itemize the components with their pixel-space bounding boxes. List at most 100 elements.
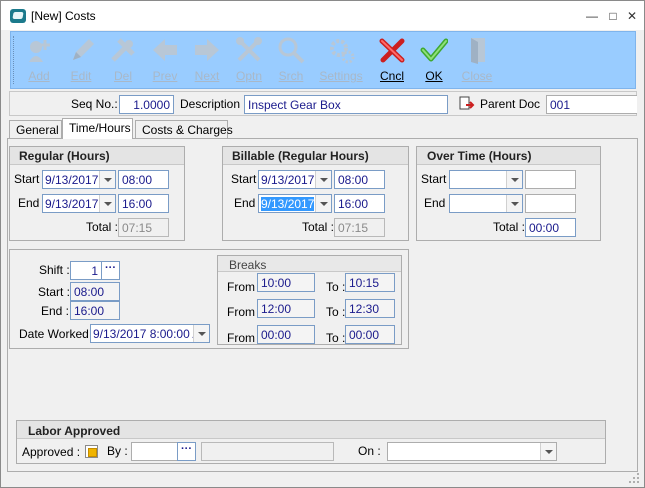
edit-label: Edit <box>70 69 92 83</box>
close-button[interactable]: Close <box>455 32 499 88</box>
maximize-button[interactable]: □ <box>603 8 623 24</box>
shift-start-field: 08:00 <box>70 282 120 301</box>
regular-end-time-field[interactable]: 16:00 <box>118 194 169 213</box>
break-3-to-field[interactable]: 00:00 <box>345 325 395 344</box>
billable-total-field: 07:15 <box>334 218 385 237</box>
break-2-to-label: To : <box>326 305 346 319</box>
break-3-to-label: To : <box>326 331 346 345</box>
overtime-end-time-field[interactable] <box>525 194 576 213</box>
shift-start-label: Start : <box>38 285 71 299</box>
approved-checkbox[interactable] <box>85 445 98 458</box>
window-title: [New] Costs <box>31 9 96 23</box>
close-window-button[interactable]: ✕ <box>622 8 642 24</box>
tab-time-hours[interactable]: Time/Hours <box>62 118 133 139</box>
approved-by-field[interactable] <box>131 442 178 461</box>
add-icon <box>29 40 50 62</box>
parent-doc-icon[interactable] <box>459 96 475 112</box>
chevron-down-icon[interactable] <box>506 171 522 188</box>
overtime-start-date-combo[interactable] <box>449 170 523 189</box>
tab-general[interactable]: General <box>9 120 62 139</box>
options-button[interactable]: Optn <box>227 32 271 88</box>
break-2-to-field[interactable]: 12:30 <box>345 299 395 318</box>
delete-button[interactable]: Del <box>101 32 145 88</box>
overtime-hours-title: Over Time (Hours) <box>427 149 532 163</box>
delete-icon <box>111 38 135 62</box>
date-worked-combo[interactable]: 9/13/2017 8:00:00 A <box>90 324 210 343</box>
cancel-label: Cncl <box>379 69 404 83</box>
regular-end-date-combo[interactable]: 9/13/2017 <box>42 194 116 213</box>
search-label: Srch <box>278 69 304 83</box>
options-tools-icon <box>236 37 262 62</box>
break-3-from-field[interactable]: 00:00 <box>257 325 315 344</box>
billable-end-time-field[interactable]: 16:00 <box>334 194 385 213</box>
edit-button[interactable]: Edit <box>59 32 103 88</box>
approved-label: Approved : <box>22 445 81 459</box>
tab-costs-charges[interactable]: Costs & Charges <box>135 120 233 139</box>
date-worked-label: Date Worked : <box>19 327 96 341</box>
overtime-end-label: End : <box>424 196 453 210</box>
shift-lookup-button[interactable]: ··· <box>101 261 120 280</box>
prev-label: Prev <box>152 69 178 83</box>
approved-on-combo[interactable] <box>387 442 557 461</box>
breaks-title: Breaks <box>229 258 267 272</box>
break-1-from-field[interactable]: 10:00 <box>257 273 315 292</box>
overtime-end-date-combo[interactable] <box>449 194 523 213</box>
regular-start-time-field[interactable]: 08:00 <box>118 170 169 189</box>
overtime-total-label: Total : <box>493 220 526 234</box>
cancel-button[interactable]: Cncl <box>370 32 414 88</box>
break-2-from-field[interactable]: 12:00 <box>257 299 315 318</box>
prev-button[interactable]: Prev <box>143 32 187 88</box>
close-label: Close <box>461 69 493 83</box>
cancel-x-icon <box>379 38 405 63</box>
regular-start-date-value: 9/13/2017 <box>45 173 99 187</box>
shift-field[interactable]: 1 <box>70 261 102 280</box>
delete-label: Del <box>113 69 132 83</box>
add-label: Add <box>28 69 50 83</box>
toolbar-grip[interactable] <box>13 36 16 84</box>
break-1-to-label: To : <box>326 280 346 294</box>
minimize-button[interactable]: — <box>582 8 602 24</box>
billable-start-date-combo[interactable]: 9/13/2017 <box>258 170 332 189</box>
shift-label: Shift : <box>39 263 70 277</box>
approved-by-lookup-button[interactable]: ··· <box>177 442 196 461</box>
billable-end-date-value: 9/13/2017 <box>261 197 315 211</box>
by-label: By : <box>107 444 128 458</box>
ok-label: OK <box>425 69 443 83</box>
billable-end-date-combo[interactable]: 9/13/2017 <box>258 194 332 213</box>
break-1-to-field[interactable]: 10:15 <box>345 273 395 292</box>
title-bar <box>1 1 644 30</box>
overtime-total-field[interactable]: 00:00 <box>525 218 576 237</box>
labor-approved-title: Labor Approved <box>28 424 121 438</box>
ok-button[interactable]: OK <box>412 32 456 88</box>
next-arrow-icon <box>195 39 219 61</box>
billable-start-time-field[interactable]: 08:00 <box>334 170 385 189</box>
seq-no-label: Seq No.: <box>71 97 118 111</box>
chevron-down-icon[interactable] <box>506 195 522 212</box>
regular-start-date-combo[interactable]: 9/13/2017 <box>42 170 116 189</box>
settings-button[interactable]: Settings <box>313 32 369 88</box>
seq-no-field[interactable]: 1.0000 <box>119 95 174 114</box>
parent-doc-label: Parent Doc <box>480 97 541 111</box>
chevron-down-icon[interactable] <box>540 443 556 460</box>
chevron-down-icon[interactable] <box>99 171 115 188</box>
resize-grip[interactable] <box>628 472 640 484</box>
options-label: Optn <box>235 69 262 83</box>
chevron-down-icon[interactable] <box>99 195 115 212</box>
close-door-icon <box>471 38 485 64</box>
regular-end-date-value: 9/13/2017 <box>45 197 99 211</box>
search-button[interactable]: Srch <box>269 32 313 88</box>
shift-end-label: End : <box>41 304 70 318</box>
regular-total-field: 07:15 <box>118 218 169 237</box>
parent-doc-field[interactable]: 001 <box>546 95 637 114</box>
overtime-start-time-field[interactable] <box>525 170 576 189</box>
billable-total-label: Total : <box>302 220 335 234</box>
previous-arrow-icon <box>153 39 177 61</box>
billable-hours-title: Billable (Regular Hours) <box>232 149 369 163</box>
add-button[interactable]: Add <box>17 32 61 88</box>
chevron-down-icon[interactable] <box>315 195 331 212</box>
regular-total-label: Total : <box>86 220 119 234</box>
next-button[interactable]: Next <box>185 32 229 88</box>
chevron-down-icon[interactable] <box>315 171 331 188</box>
description-field[interactable]: Inspect Gear Box <box>244 95 448 114</box>
chevron-down-icon[interactable] <box>193 325 209 342</box>
